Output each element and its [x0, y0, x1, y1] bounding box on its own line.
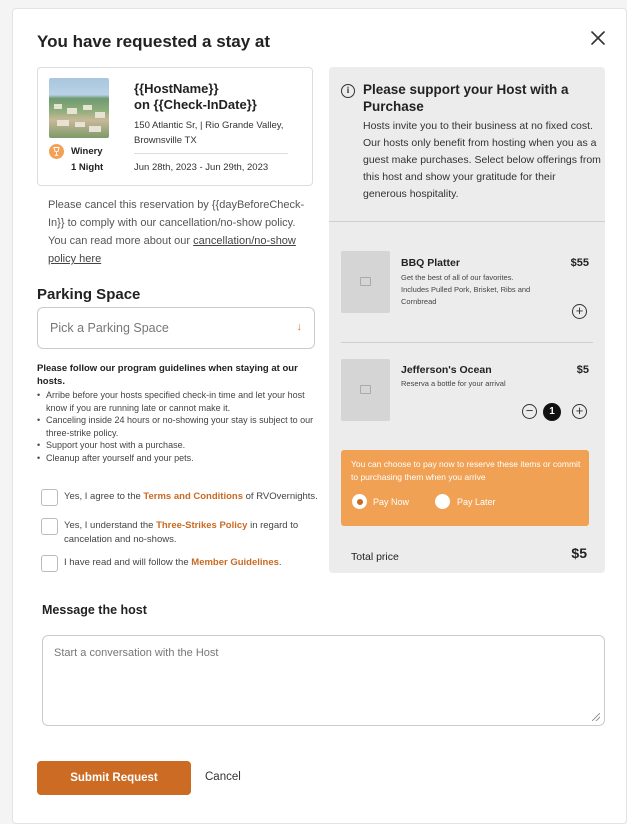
offering-description: Get the best of all of our favorites. In…: [401, 273, 531, 306]
arrow-down-icon: ↓: [296, 321, 303, 333]
offering-price: $55: [570, 257, 589, 269]
member-guidelines-link[interactable]: Member Guidelines: [191, 557, 279, 568]
guideline-item: Support your host with a purchase.: [37, 439, 322, 452]
divider: [329, 221, 605, 222]
payment-note: You can choose to pay now to reserve the…: [351, 459, 581, 482]
cancellation-notice: Please cancel this reservation by {{dayB…: [48, 196, 310, 268]
modal-title: You have requested a stay at: [37, 32, 271, 51]
add-item-icon[interactable]: +: [572, 304, 587, 319]
parking-space-select[interactable]: Pick a Parking Space ↓: [37, 307, 315, 349]
three-strikes-label: Yes, I understand the Three-Strikes Poli…: [64, 519, 322, 547]
total-price-value: $5: [571, 545, 587, 561]
guidelines-text-end: .: [278, 557, 282, 568]
guidelines-checkbox[interactable]: [41, 555, 58, 572]
remove-item-icon[interactable]: −: [522, 404, 537, 419]
pay-now-label: Pay Now: [373, 497, 410, 507]
three-strikes-checkbox[interactable]: [41, 518, 58, 535]
offering-image-icon: [341, 251, 390, 313]
three-strikes-text: Yes, I understand the: [64, 520, 157, 531]
guideline-item: Cleanup after yourself and your pets.: [37, 452, 322, 465]
check-in-date: on {{Check-InDate}}: [134, 97, 257, 112]
pay-later-label: Pay Later: [457, 497, 496, 507]
divider: [134, 153, 288, 154]
category-label: Winery: [71, 146, 103, 157]
terms-text: Yes, I agree to the: [64, 491, 144, 502]
offering-price: $5: [576, 364, 589, 376]
wine-glass-icon: [49, 144, 64, 159]
guidelines-text: I have read and will follow the: [64, 557, 192, 568]
address-line-2: Brownsville TX: [134, 135, 197, 146]
info-icon: i: [341, 84, 355, 98]
support-host-panel: i Please support your Host with a Purcha…: [329, 67, 605, 573]
terms-checkbox[interactable]: [41, 489, 58, 506]
guidelines-list: Arribe before your hosts specified check…: [37, 389, 322, 464]
guideline-item: Arribe before your hosts specified check…: [37, 389, 322, 414]
guideline-item: Canceling inside 24 hours or no-showing …: [37, 414, 322, 439]
booking-summary-card: {{HostName}} on {{Check-InDate}} 150 Atl…: [37, 67, 313, 186]
host-address: 150 Atlantic Sr, | Rio Grande Valley, Br…: [134, 118, 304, 148]
pay-now-radio[interactable]: [352, 494, 367, 509]
parking-placeholder: Pick a Parking Space: [50, 321, 169, 335]
address-line-1: 150 Atlantic Sr, | Rio Grande Valley,: [134, 120, 284, 131]
message-placeholder: Start a conversation with the Host: [54, 647, 219, 659]
parking-heading: Parking Space: [37, 286, 141, 303]
support-body: Hosts invite you to their business at no…: [363, 120, 601, 200]
offering-name: Jefferson's Ocean: [401, 364, 492, 376]
nights-count: 1 Night: [71, 162, 104, 173]
host-name: {{HostName}}: [134, 81, 219, 96]
message-heading: Message the host: [42, 603, 147, 617]
guidelines-label: I have read and will follow the Member G…: [64, 556, 322, 570]
cancel-button[interactable]: Cancel: [205, 771, 241, 783]
payment-options: You can choose to pay now to reserve the…: [341, 450, 589, 526]
host-name-heading: {{HostName}} on {{Check-InDate}}: [134, 81, 304, 113]
total-price-label: Total price: [351, 551, 399, 563]
add-item-icon[interactable]: +: [572, 404, 587, 419]
divider: [341, 342, 593, 343]
offering-image-icon: [341, 359, 390, 421]
stay-dates: Jun 28th, 2023 - Jun 29th, 2023: [134, 162, 269, 173]
message-textarea[interactable]: Start a conversation with the Host: [42, 635, 605, 726]
submit-request-button[interactable]: Submit Request: [37, 761, 191, 795]
item-quantity: 1: [543, 403, 561, 421]
guidelines-heading: Please follow our program guidelines whe…: [37, 363, 298, 387]
close-icon[interactable]: [587, 27, 609, 49]
offering-description: Reserva a bottle for your arrival: [401, 379, 506, 388]
resize-handle-icon[interactable]: [592, 713, 600, 721]
support-heading: Please support your Host with a Purchase: [363, 82, 569, 114]
terms-text-end: of RVOvernights.: [243, 491, 318, 502]
terms-label: Yes, I agree to the Terms and Conditions…: [64, 490, 322, 504]
three-strikes-link[interactable]: Three-Strikes Policy: [156, 520, 247, 531]
offering-name: BBQ Platter: [401, 257, 460, 269]
pay-later-radio[interactable]: [435, 494, 450, 509]
terms-link[interactable]: Terms and Conditions: [143, 491, 243, 502]
host-photo: [49, 78, 109, 138]
request-stay-modal: You have requested a stay at {{HostName}…: [12, 8, 627, 824]
